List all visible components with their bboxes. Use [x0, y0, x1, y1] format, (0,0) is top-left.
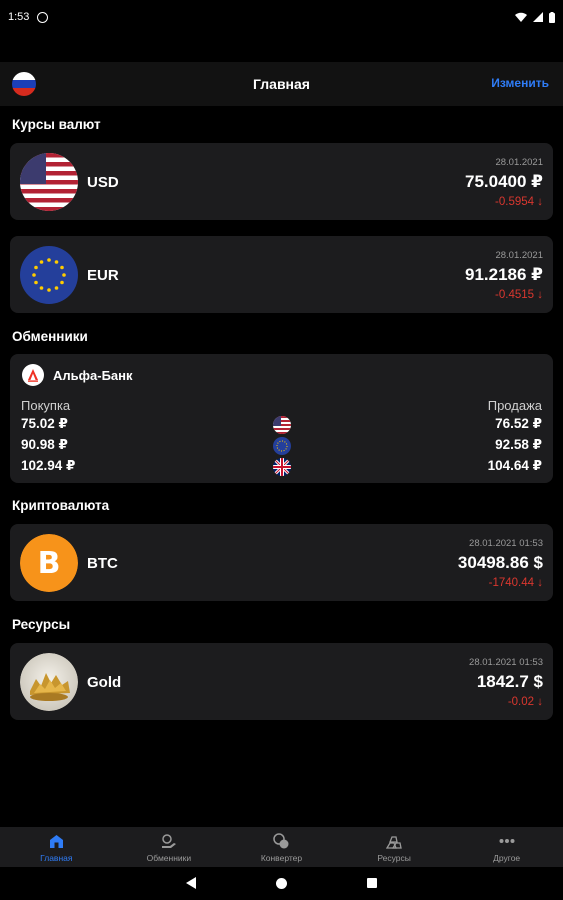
recent-apps-icon[interactable] [367, 878, 377, 888]
exchange-row: 102.94 ₽ 104.64 ₽ [10, 458, 553, 478]
currency-code: USD [87, 174, 119, 191]
usd-flag-icon [20, 153, 78, 211]
rate-date: 28.01.2021 01:53 [469, 538, 543, 549]
signal-icon [533, 12, 543, 22]
rate-change: -0.02 ↓ [507, 696, 543, 708]
rate-date: 28.01.2021 [495, 250, 543, 261]
section-title-rates: Курсы валют [12, 117, 101, 132]
resource-card-gold[interactable]: Gold 28.01.2021 01:53 1842.7 $ -0.02 ↓ [10, 643, 553, 720]
rate-date: 28.01.2021 [495, 157, 543, 168]
page-title: Главная [253, 76, 310, 92]
battery-icon [549, 11, 555, 23]
edit-button[interactable]: Изменить [491, 76, 549, 90]
converter-icon [273, 833, 289, 849]
tab-more[interactable]: Другое [450, 827, 563, 867]
tab-label: Конвертер [260, 853, 303, 863]
rate-value: 1842.7 $ [476, 672, 543, 691]
rate-change: -1740.44 ↓ [488, 577, 543, 589]
russia-flag-icon[interactable] [12, 72, 36, 96]
tab-label: Обменники [146, 853, 192, 863]
back-icon[interactable] [186, 877, 196, 889]
currency-code: EUR [87, 267, 119, 284]
status-bar: 1:53 [0, 0, 563, 34]
buy-rate: 102.94 ₽ [21, 458, 76, 473]
currency-card-eur[interactable]: EUR 28.01.2021 91.2186 ₽ -0.4515 ↓ [10, 236, 553, 313]
gold-icon [20, 653, 78, 711]
buy-rate: 75.02 ₽ [21, 416, 68, 431]
section-title-resources: Ресурсы [12, 617, 71, 632]
resource-code: Gold [87, 674, 122, 691]
section-title-exchangers: Обменники [12, 329, 88, 344]
sell-rate: 76.52 ₽ [495, 416, 542, 431]
tab-label: Другое [493, 853, 521, 863]
tab-exchangers[interactable]: Обменники [113, 827, 226, 867]
home-icon [48, 833, 64, 849]
system-nav-bar [0, 867, 563, 900]
rate-value: 91.2186 ₽ [464, 265, 543, 284]
resources-icon [386, 833, 402, 849]
sell-rate: 92.58 ₽ [495, 437, 542, 452]
tab-home[interactable]: Главная [0, 827, 113, 867]
sell-rate: 104.64 ₽ [487, 458, 542, 473]
rate-change: -0.5954 ↓ [495, 196, 543, 208]
alfa-bank-logo-icon [22, 364, 44, 386]
bitcoin-icon: B [20, 534, 78, 592]
sell-label: Продажа [487, 398, 542, 413]
exchanger-card-alfa[interactable]: Альфа-Банк Покупка Продажа 75.02 ₽ 76.52… [10, 354, 553, 483]
rate-date: 28.01.2021 01:53 [469, 657, 543, 668]
exchange-row: 90.98 ₽ 92.58 ₽ [10, 437, 553, 457]
gbp-flag-icon [273, 458, 291, 476]
bank-name: Альфа-Банк [53, 368, 133, 383]
tab-label: Главная [40, 853, 73, 863]
sync-icon [37, 11, 49, 23]
crypto-code: BTC [87, 555, 118, 572]
section-title-crypto: Криптовалюта [12, 498, 110, 513]
buy-rate: 90.98 ₽ [21, 437, 68, 452]
buy-label: Покупка [21, 398, 71, 413]
eur-flag-icon [20, 246, 78, 304]
tab-resources[interactable]: Ресурсы [338, 827, 451, 867]
home-button-icon[interactable] [276, 878, 287, 889]
rate-value: 30498.86 $ [457, 553, 543, 572]
usd-flag-icon [273, 416, 291, 434]
crypto-card-btc[interactable]: B BTC 28.01.2021 01:53 30498.86 $ -1740.… [10, 524, 553, 601]
top-navbar: Главная Изменить [0, 62, 563, 106]
status-icons [515, 11, 555, 23]
exchange-icon [161, 833, 177, 849]
eur-flag-icon [273, 437, 291, 455]
wifi-icon [515, 12, 527, 22]
bottom-tab-bar: Главная Обменники Конвертер Ресурсы Друг… [0, 827, 563, 867]
more-icon [499, 833, 515, 849]
exchange-row: 75.02 ₽ 76.52 ₽ [10, 416, 553, 436]
tab-label: Ресурсы [377, 853, 411, 863]
rate-value: 75.0400 ₽ [464, 172, 543, 191]
svg-text:B: B [38, 546, 61, 581]
rate-change: -0.4515 ↓ [495, 289, 543, 301]
tab-converter[interactable]: Конвертер [225, 827, 338, 867]
status-time: 1:53 [8, 11, 30, 23]
currency-card-usd[interactable]: USD 28.01.2021 75.0400 ₽ -0.5954 ↓ [10, 143, 553, 220]
